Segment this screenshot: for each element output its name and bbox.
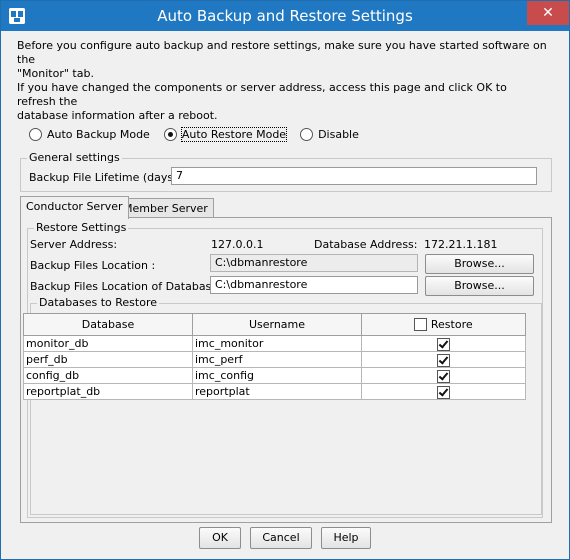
- browse-db-location-button[interactable]: Browse...: [425, 276, 534, 296]
- databases-table: Database Username Restore monitor_db imc_…: [23, 313, 526, 400]
- username-cell: reportplat: [192, 383, 362, 400]
- backup-files-db-location-input[interactable]: [210, 276, 418, 294]
- backup-lifetime-label: Backup File Lifetime (days):: [29, 171, 182, 184]
- radio-label: Disable: [318, 127, 359, 141]
- info-text: Before you configure auto backup and res…: [17, 39, 547, 123]
- auto-restore-radio[interactable]: Auto Restore Mode: [163, 126, 288, 142]
- info-line-4: database information after a reboot.: [17, 109, 218, 122]
- radio-button-selected-icon: [163, 127, 177, 141]
- auto-backup-radio[interactable]: Auto Backup Mode: [29, 127, 150, 141]
- database-cell: monitor_db: [23, 335, 193, 352]
- column-header-restore[interactable]: Restore: [361, 313, 526, 336]
- window-title: Auto Backup and Restore Settings: [157, 7, 413, 25]
- close-icon: ✕: [542, 5, 554, 21]
- username-cell: imc_perf: [192, 351, 362, 368]
- radio-label: Auto Backup Mode: [47, 127, 150, 141]
- restore-checkbox[interactable]: [437, 369, 450, 383]
- server-address-value: 127.0.0.1: [211, 238, 264, 251]
- database-cell: reportplat_db: [23, 383, 193, 400]
- databases-to-restore-title: Databases to Restore: [37, 296, 159, 310]
- database-address-label: Database Address:: [314, 238, 418, 251]
- backup-files-location-label: Backup Files Location :: [30, 259, 156, 272]
- restore-cell: [361, 351, 526, 368]
- cancel-button[interactable]: Cancel: [250, 527, 312, 549]
- general-settings-title: General settings: [27, 151, 122, 165]
- ok-button[interactable]: OK: [199, 527, 241, 549]
- table-row[interactable]: config_db imc_config: [23, 367, 526, 384]
- radio-label: Auto Restore Mode: [180, 126, 288, 142]
- general-settings-group: General settings Backup File Lifetime (d…: [20, 151, 552, 192]
- restore-cell: [361, 367, 526, 384]
- backup-files-db-location-label: Backup Files Location of Database :: [30, 280, 226, 293]
- database-address-value: 172.21.1.181: [424, 238, 498, 251]
- info-line-1: Before you configure auto backup and res…: [17, 39, 547, 66]
- select-all-checkbox[interactable]: [414, 318, 428, 332]
- radio-button-icon: [300, 127, 314, 141]
- table-row[interactable]: monitor_db imc_monitor: [23, 335, 526, 352]
- title-bar[interactable]: Auto Backup and Restore Settings ✕: [1, 1, 569, 31]
- backup-lifetime-input[interactable]: [171, 167, 537, 185]
- info-line-3: If you have changed the components or se…: [17, 81, 507, 108]
- help-button[interactable]: Help: [321, 527, 371, 549]
- disable-radio[interactable]: Disable: [300, 127, 359, 141]
- mode-radio-group: Auto Backup Mode Auto Restore Mode Disab…: [29, 126, 373, 142]
- tab-member-server[interactable]: Member Server: [117, 198, 214, 219]
- username-cell: imc_config: [192, 367, 362, 384]
- tab-conductor-server[interactable]: Conductor Server: [20, 196, 129, 219]
- restore-checkbox[interactable]: [437, 337, 450, 351]
- database-cell: perf_db: [23, 351, 193, 368]
- browse-files-location-button[interactable]: Browse...: [425, 254, 534, 274]
- dialog-body: Before you configure auto backup and res…: [9, 31, 561, 551]
- table-row[interactable]: reportplat_db reportplat: [23, 383, 526, 400]
- table-row[interactable]: perf_db imc_perf: [23, 351, 526, 368]
- restore-settings-title: Restore Settings: [34, 221, 129, 235]
- close-button[interactable]: ✕: [527, 1, 569, 25]
- restore-cell: [361, 335, 526, 352]
- database-cell: config_db: [23, 367, 193, 384]
- radio-button-icon: [29, 127, 42, 141]
- restore-header-label: Restore: [430, 317, 473, 331]
- restore-cell: [361, 383, 526, 400]
- server-address-label: Server Address:: [30, 238, 118, 251]
- table-header-row: Database Username Restore: [23, 313, 526, 336]
- username-cell: imc_monitor: [192, 335, 362, 352]
- restore-checkbox[interactable]: [437, 385, 450, 399]
- dialog-window: Auto Backup and Restore Settings ✕ Befor…: [0, 0, 570, 560]
- backup-files-location-input[interactable]: [210, 254, 418, 272]
- restore-checkbox[interactable]: [437, 353, 450, 367]
- column-header-database[interactable]: Database: [23, 313, 193, 336]
- info-line-2: "Monitor" tab.: [17, 67, 94, 80]
- column-header-username[interactable]: Username: [192, 313, 362, 336]
